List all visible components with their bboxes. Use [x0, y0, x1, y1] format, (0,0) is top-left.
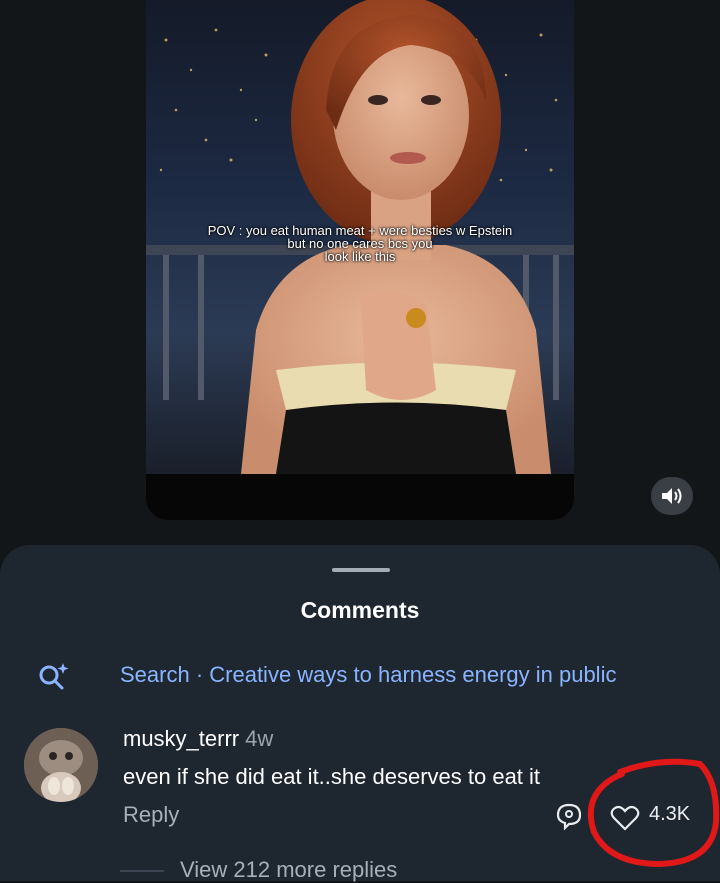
- sheet-title: Comments: [300, 597, 420, 623]
- volume-button[interactable]: [651, 477, 693, 515]
- comment-body: even if she did eat it..she deserves to …: [123, 764, 541, 789]
- search-sparkle-icon[interactable]: [37, 661, 71, 691]
- cat-avatar-image: [24, 728, 98, 802]
- reply-button[interactable]: Reply: [123, 802, 179, 828]
- username[interactable]: musky_terrr: [123, 726, 239, 751]
- heart-icon[interactable]: [610, 804, 640, 832]
- like-count: 4.3K: [649, 803, 691, 825]
- volume-icon: [662, 488, 682, 504]
- comments-sheet: Comments Search · Creative ways to harne…: [0, 545, 720, 883]
- video-caption: POV : you eat human meat + were besties …: [146, 224, 574, 263]
- reply-bubble-icon[interactable]: [555, 802, 583, 830]
- video-stage: POV : you eat human meat + were besties …: [0, 0, 720, 560]
- caption-line: look like this: [324, 249, 396, 264]
- sheet-drag-handle[interactable]: [332, 568, 390, 572]
- thread-divider: [120, 870, 164, 872]
- video-player[interactable]: POV : you eat human meat + were besties …: [146, 0, 574, 520]
- search-suggestion-link[interactable]: Search · Creative ways to harness energy…: [120, 662, 616, 688]
- comment-author[interactable]: musky_terrr 4w: [123, 726, 273, 752]
- avatar[interactable]: [24, 728, 98, 802]
- view-more-replies-button[interactable]: View 212 more replies: [180, 857, 397, 883]
- timestamp: 4w: [245, 726, 274, 751]
